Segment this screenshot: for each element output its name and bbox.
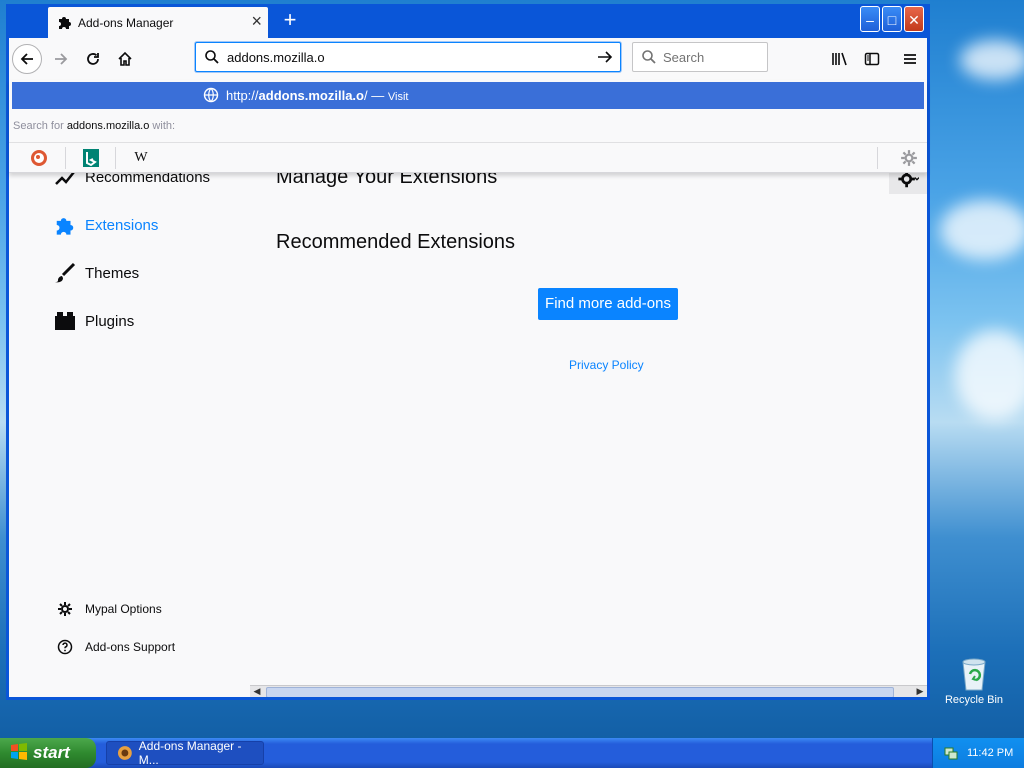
- sidebar-item-extensions[interactable]: Extensions: [53, 213, 158, 237]
- puzzle-icon: [53, 213, 77, 237]
- recommended-heading: Recommended Extensions: [276, 231, 516, 253]
- sidebar-item-recommendations[interactable]: Recommendations: [53, 172, 210, 189]
- recycle-bin-desktop-icon[interactable]: Recycle Bin: [944, 656, 1004, 706]
- minimize-button[interactable]: –: [860, 6, 880, 32]
- suggestion-prefix: http://: [226, 88, 259, 103]
- horizontal-scrollbar[interactable]: ◀ ▶: [250, 685, 927, 697]
- mypal-options-label: Mypal Options: [85, 602, 162, 616]
- engine-separator: [877, 147, 878, 169]
- bing-icon[interactable]: [81, 148, 101, 168]
- wikipedia-icon[interactable]: W: [131, 148, 151, 168]
- close-window-button[interactable]: ✕: [904, 6, 924, 32]
- search-for-label: Search for addons.mozilla.o with:: [13, 120, 175, 132]
- suggestion-separator: —: [367, 88, 388, 103]
- mypal-options-link[interactable]: Mypal Options: [57, 601, 162, 617]
- url-suggestions-popup: http://addons.mozilla.o/ — Visit Search …: [9, 80, 927, 173]
- find-more-addons-button[interactable]: Find more add-ons: [538, 288, 678, 320]
- back-arrow-icon: [20, 53, 33, 65]
- maximize-button[interactable]: □: [882, 6, 902, 32]
- forward-button[interactable]: [46, 44, 76, 74]
- url-suggestion-row[interactable]: http://addons.mozilla.o/ — Visit: [12, 82, 924, 109]
- brush-icon: [53, 261, 77, 285]
- sidebar-item-label: Themes: [85, 264, 140, 282]
- recycle-bin-icon: [958, 656, 990, 692]
- recommendations-icon: [53, 172, 77, 189]
- navigation-toolbar: addons.mozilla.o Search: [9, 38, 927, 80]
- forward-arrow-icon: [55, 53, 68, 65]
- scroll-left-arrow-icon[interactable]: ◀: [250, 686, 264, 697]
- windows-logo-icon: [10, 742, 28, 765]
- taskbar-item-label: Add-ons Manager - M...: [138, 739, 242, 767]
- tab-close-icon[interactable]: ×: [251, 12, 262, 30]
- addons-support-label: Add-ons Support: [85, 640, 176, 654]
- back-button[interactable]: [12, 44, 42, 74]
- sidebar-item-label: Recommendations: [85, 172, 211, 186]
- tools-menu-button[interactable]: [889, 172, 927, 194]
- network-icon[interactable]: [943, 745, 959, 761]
- home-icon: [118, 51, 132, 66]
- search-settings-gear-icon[interactable]: [899, 148, 919, 168]
- browser-window: Add-ons Manager × + – □ ✕ addons.mozilla…: [6, 4, 930, 700]
- sidebar-item-themes[interactable]: Themes: [53, 261, 139, 285]
- sidebar-item-label: Plugins: [85, 312, 135, 330]
- addons-content: Recommendations Extensions Themes Plugin…: [9, 172, 927, 697]
- menu-button[interactable]: [895, 44, 925, 74]
- start-button[interactable]: start: [0, 738, 96, 768]
- engine-separator: [115, 147, 116, 169]
- recycle-bin-label: Recycle Bin: [944, 694, 1004, 706]
- suggestion-domain: addons.mozilla.o: [258, 88, 364, 103]
- library-icon: [832, 52, 847, 66]
- duckduckgo-icon[interactable]: [29, 148, 49, 168]
- scroll-right-arrow-icon[interactable]: ▶: [913, 686, 927, 697]
- search-input[interactable]: Search: [663, 50, 704, 65]
- tab-title: Add-ons Manager: [78, 16, 174, 30]
- addons-support-link[interactable]: Add-ons Support: [57, 639, 175, 655]
- engine-separator: [65, 147, 66, 169]
- search-icon: [204, 49, 220, 68]
- url-input[interactable]: addons.mozilla.o: [227, 50, 325, 65]
- reload-button[interactable]: [78, 44, 108, 74]
- clock[interactable]: 11:42 PM: [967, 747, 1013, 759]
- puzzle-icon: [57, 14, 73, 33]
- sidebar-toggle-button[interactable]: [857, 44, 887, 74]
- sidebar-icon: [864, 52, 880, 66]
- globe-icon: [203, 87, 219, 106]
- scrollbar-thumb[interactable]: [266, 687, 894, 697]
- search-bar[interactable]: Search: [632, 42, 768, 72]
- system-tray: 11:42 PM: [932, 738, 1024, 768]
- gear-icon: [898, 172, 919, 188]
- privacy-policy-link[interactable]: Privacy Policy: [569, 358, 644, 372]
- search-for-prefix: Search for: [13, 120, 67, 132]
- suggestion-action: Visit: [387, 91, 409, 103]
- sidebar-item-label: Extensions: [85, 216, 159, 234]
- search-icon: [641, 49, 657, 68]
- search-for-term: addons.mozilla.o: [66, 120, 150, 132]
- search-for-suffix: with:: [149, 120, 176, 132]
- help-icon: [57, 639, 73, 655]
- sidebar-item-plugins[interactable]: Plugins: [53, 309, 134, 333]
- taskbar-item-addons-manager[interactable]: Add-ons Manager - M...: [106, 739, 264, 767]
- reload-icon: [87, 53, 99, 65]
- go-arrow-icon[interactable]: [595, 47, 615, 70]
- plugin-icon: [53, 309, 77, 333]
- taskbar: start Add-ons Manager - M... 11:42 PM: [0, 738, 1024, 768]
- home-button[interactable]: [110, 44, 140, 74]
- search-engines-row: W: [9, 142, 927, 173]
- new-tab-button[interactable]: +: [277, 7, 303, 33]
- gear-icon: [57, 601, 73, 617]
- url-bar[interactable]: addons.mozilla.o: [195, 42, 621, 72]
- tab-bar: Add-ons Manager × + – □ ✕: [6, 4, 930, 38]
- hamburger-menu-icon: [904, 54, 916, 64]
- start-label: start: [33, 743, 70, 762]
- page-title: Manage Your Extensions: [276, 172, 498, 188]
- suggestion-text: http://addons.mozilla.o/ — Visit: [226, 88, 408, 103]
- tab-addons-manager[interactable]: Add-ons Manager ×: [48, 7, 268, 38]
- mypal-icon: [117, 746, 132, 760]
- library-button[interactable]: [825, 44, 855, 74]
